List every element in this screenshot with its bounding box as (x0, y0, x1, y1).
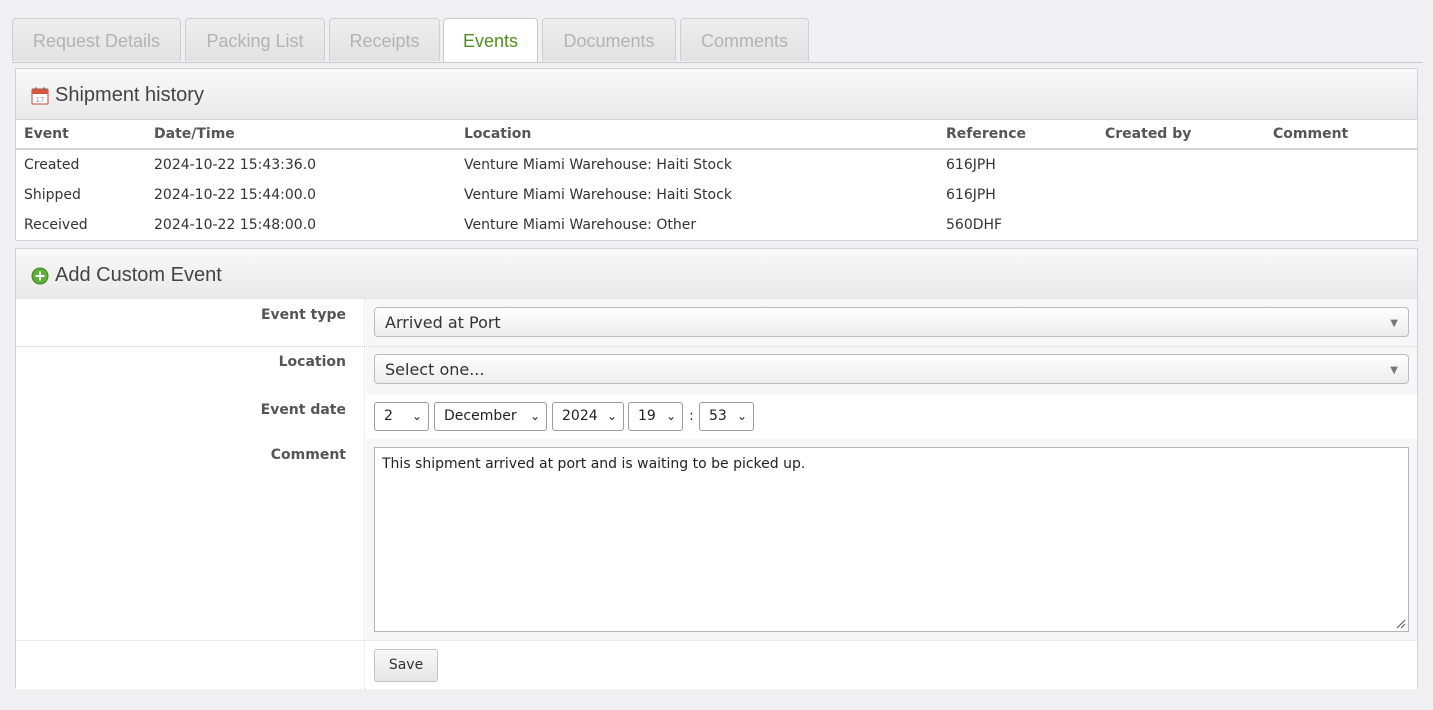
table-row: Shipped 2024-10-22 15:44:00.0 Venture Mi… (16, 180, 1417, 210)
chevron-down-icon: ⌄ (665, 409, 676, 423)
cell-event: Created (24, 157, 80, 173)
add-custom-event-header: Add Custom Event (16, 249, 1417, 300)
cell-created-by (1097, 210, 1265, 240)
table-row: Created 2024-10-22 15:43:36.0 Venture Mi… (16, 149, 1417, 180)
plus-circle-icon (31, 267, 49, 285)
cell-location: Venture Miami Warehouse: Haiti Stock (464, 187, 732, 203)
event-date-row: Event date 2 ⌄ December ⌄ 2024 ⌄ 19 ⌄ : … (16, 394, 1417, 440)
month-select[interactable]: December ⌄ (434, 402, 547, 431)
location-select[interactable]: Select one... ▼ (374, 354, 1409, 384)
cell-event: Shipped (24, 187, 81, 203)
chevron-down-icon: ⌄ (529, 409, 540, 423)
location-row: Location Select one... ▼ (16, 347, 1417, 395)
cell-datetime: 2024-10-22 15:48:00.0 (154, 217, 317, 233)
tab-comments[interactable]: Comments (680, 18, 809, 61)
year-value: 2024 (562, 408, 598, 424)
cell-reference: 560DHF (946, 217, 1003, 233)
day-select[interactable]: 2 ⌄ (374, 402, 429, 431)
cell-reference: 616JPH (946, 187, 996, 203)
chevron-down-icon: ⌄ (736, 409, 747, 423)
add-custom-event-title: Add Custom Event (55, 264, 222, 286)
caret-down-icon: ▼ (1390, 365, 1398, 376)
cell-comment (1265, 180, 1417, 210)
month-value: December (444, 408, 517, 424)
save-field: Save (366, 641, 1417, 689)
tab-documents[interactable]: Documents (542, 18, 676, 61)
table-header-row: Event Date/Time Location Reference Creat… (16, 120, 1417, 150)
comment-label: Comment (16, 439, 365, 640)
location-value: Select one... (385, 360, 485, 379)
calendar-icon: 17 (31, 87, 49, 105)
comment-field: This shipment arrived at port and is wai… (366, 439, 1417, 640)
shipment-history-panel: 17 Shipment history Event Date/Time Loca… (15, 68, 1418, 241)
chevron-down-icon: ⌄ (411, 409, 422, 423)
column-header-comment: Comment (1265, 120, 1417, 150)
hour-select[interactable]: 19 ⌄ (628, 402, 683, 431)
event-type-value: Arrived at Port (385, 313, 501, 332)
comment-textarea[interactable]: This shipment arrived at port and is wai… (374, 447, 1409, 632)
shipment-history-title: Shipment history (55, 84, 204, 106)
add-custom-event-panel: Add Custom Event Event type Arrived at P… (15, 248, 1418, 689)
comment-text: This shipment arrived at port and is wai… (382, 456, 806, 472)
tab-request-details[interactable]: Request Details (12, 18, 181, 61)
location-label: Location (16, 347, 365, 394)
cell-reference: 616JPH (946, 157, 996, 173)
shipment-history-table: Event Date/Time Location Reference Creat… (16, 120, 1417, 240)
tab-receipts[interactable]: Receipts (329, 18, 440, 61)
cell-datetime: 2024-10-22 15:43:36.0 (154, 157, 317, 173)
cell-location: Venture Miami Warehouse: Haiti Stock (464, 157, 732, 173)
save-button[interactable]: Save (374, 649, 438, 682)
save-row-spacer (16, 641, 365, 689)
column-header-datetime: Date/Time (146, 120, 456, 150)
tab-events[interactable]: Events (443, 18, 538, 62)
day-value: 2 (384, 408, 393, 424)
cell-datetime: 2024-10-22 15:44:00.0 (154, 187, 317, 203)
cell-location: Venture Miami Warehouse: Other (464, 217, 697, 233)
cell-created-by (1097, 149, 1265, 180)
time-separator: : (689, 408, 694, 424)
event-type-field: Arrived at Port ▼ (366, 299, 1417, 346)
event-type-label: Event type (16, 299, 365, 346)
cell-comment (1265, 210, 1417, 240)
column-header-created-by: Created by (1097, 120, 1265, 150)
column-header-reference: Reference (938, 120, 1097, 150)
cell-event: Received (24, 217, 88, 233)
year-select[interactable]: 2024 ⌄ (552, 402, 624, 431)
column-header-event: Event (16, 120, 146, 150)
cell-created-by (1097, 180, 1265, 210)
shipment-history-header: 17 Shipment history (16, 69, 1417, 120)
hour-value: 19 (638, 408, 656, 424)
event-type-row: Event type Arrived at Port ▼ (16, 299, 1417, 347)
save-row: Save (16, 641, 1417, 689)
minute-value: 53 (709, 408, 727, 424)
svg-text:17: 17 (36, 96, 45, 104)
tab-bar: Request Details Packing List Receipts Ev… (12, 18, 1423, 63)
table-row: Received 2024-10-22 15:48:00.0 Venture M… (16, 210, 1417, 240)
cell-comment (1265, 149, 1417, 180)
location-field: Select one... ▼ (366, 347, 1417, 394)
event-date-label: Event date (16, 394, 365, 439)
resize-grip-icon[interactable] (1396, 619, 1406, 629)
event-type-select[interactable]: Arrived at Port ▼ (374, 307, 1409, 337)
comment-row: Comment This shipment arrived at port an… (16, 439, 1417, 641)
event-date-field: 2 ⌄ December ⌄ 2024 ⌄ 19 ⌄ : 53 ⌄ (366, 394, 1417, 439)
caret-down-icon: ▼ (1390, 318, 1398, 329)
minute-select[interactable]: 53 ⌄ (699, 402, 754, 431)
chevron-down-icon: ⌄ (606, 409, 617, 423)
column-header-location: Location (456, 120, 938, 150)
tab-packing-list[interactable]: Packing List (185, 18, 325, 61)
